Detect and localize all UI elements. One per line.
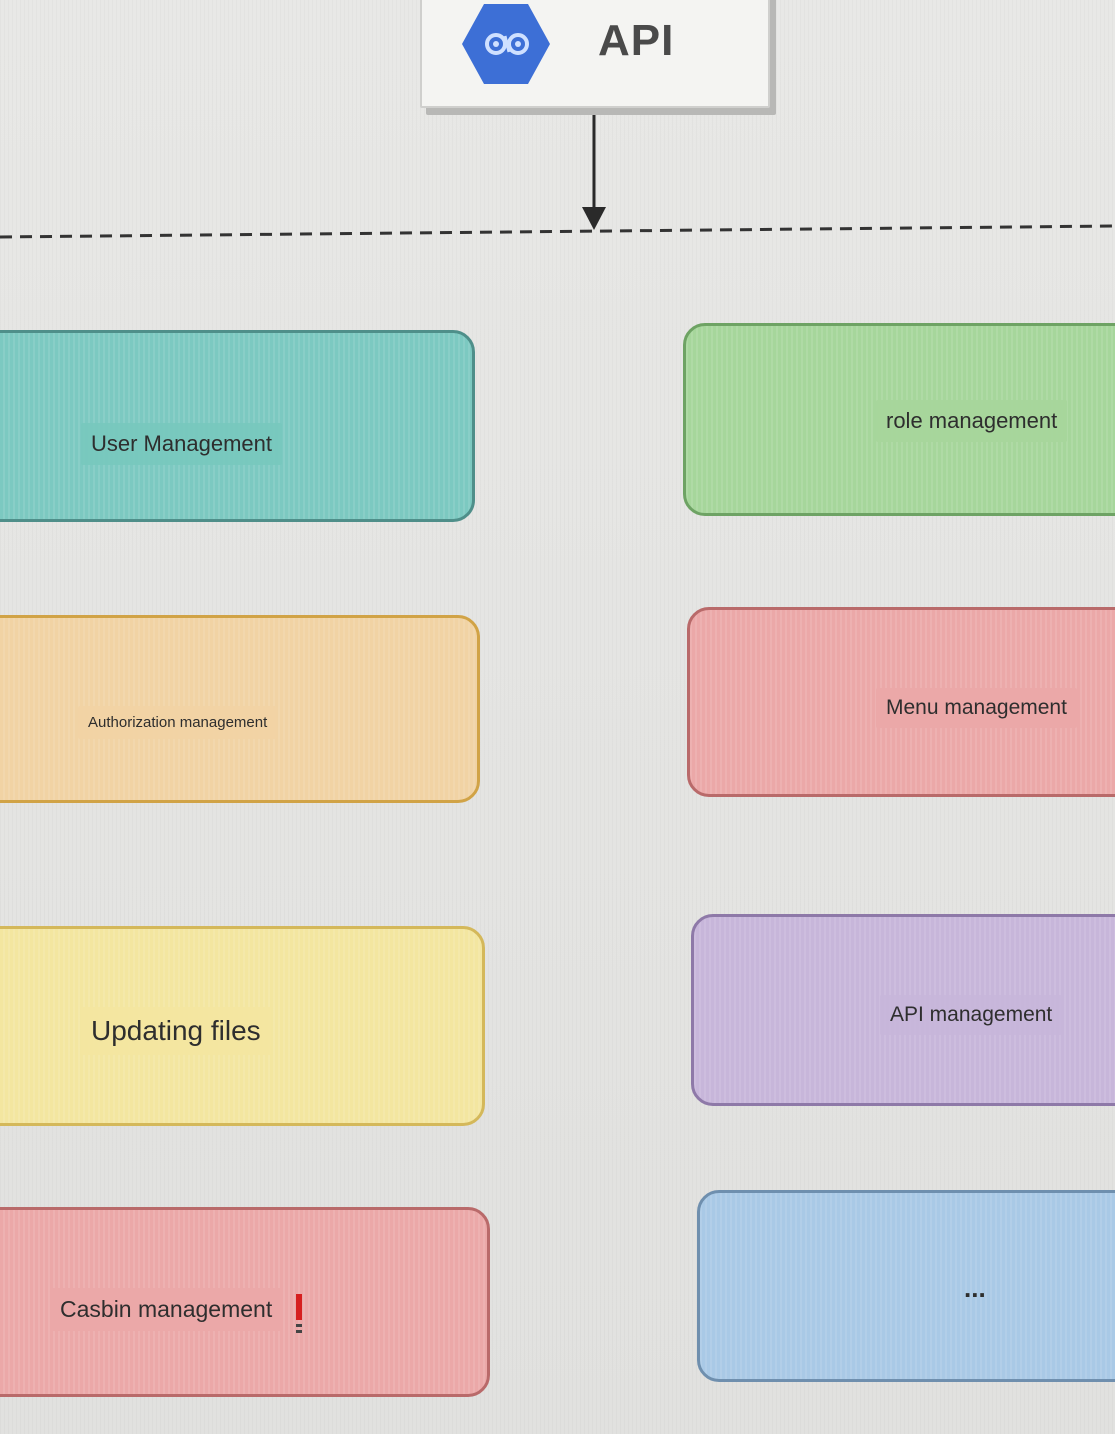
module-label: Authorization management xyxy=(78,706,278,739)
module-user-management[interactable]: User Management xyxy=(0,330,475,522)
api-arrow-head xyxy=(582,207,606,230)
dashed-divider xyxy=(0,224,1115,239)
module-api-management[interactable]: API management xyxy=(691,914,1115,1106)
module-casbin-management[interactable]: Casbin management xyxy=(0,1207,490,1397)
module-authorization-management[interactable]: Authorization management xyxy=(0,615,480,803)
module-menu-management[interactable]: Menu management xyxy=(687,607,1115,797)
module-label: ... xyxy=(964,1273,986,1303)
module-more[interactable]: ... xyxy=(697,1190,1115,1382)
module-role-management[interactable]: role management xyxy=(683,323,1115,516)
exclamation-icon xyxy=(296,1294,302,1333)
hexagon-logo-icon xyxy=(462,4,550,84)
module-label: Updating files xyxy=(81,1007,271,1055)
module-updating-files[interactable]: Updating files xyxy=(0,926,485,1126)
api-node[interactable]: API xyxy=(420,0,770,108)
module-label: Menu management xyxy=(876,688,1077,728)
module-label: role management xyxy=(876,400,1068,442)
module-label: Casbin management xyxy=(50,1288,283,1331)
api-title: API xyxy=(598,16,675,65)
module-label: User Management xyxy=(81,423,282,465)
module-label: API management xyxy=(880,995,1063,1035)
diagram-canvas: API User Management role management Auth… xyxy=(0,0,1115,1434)
